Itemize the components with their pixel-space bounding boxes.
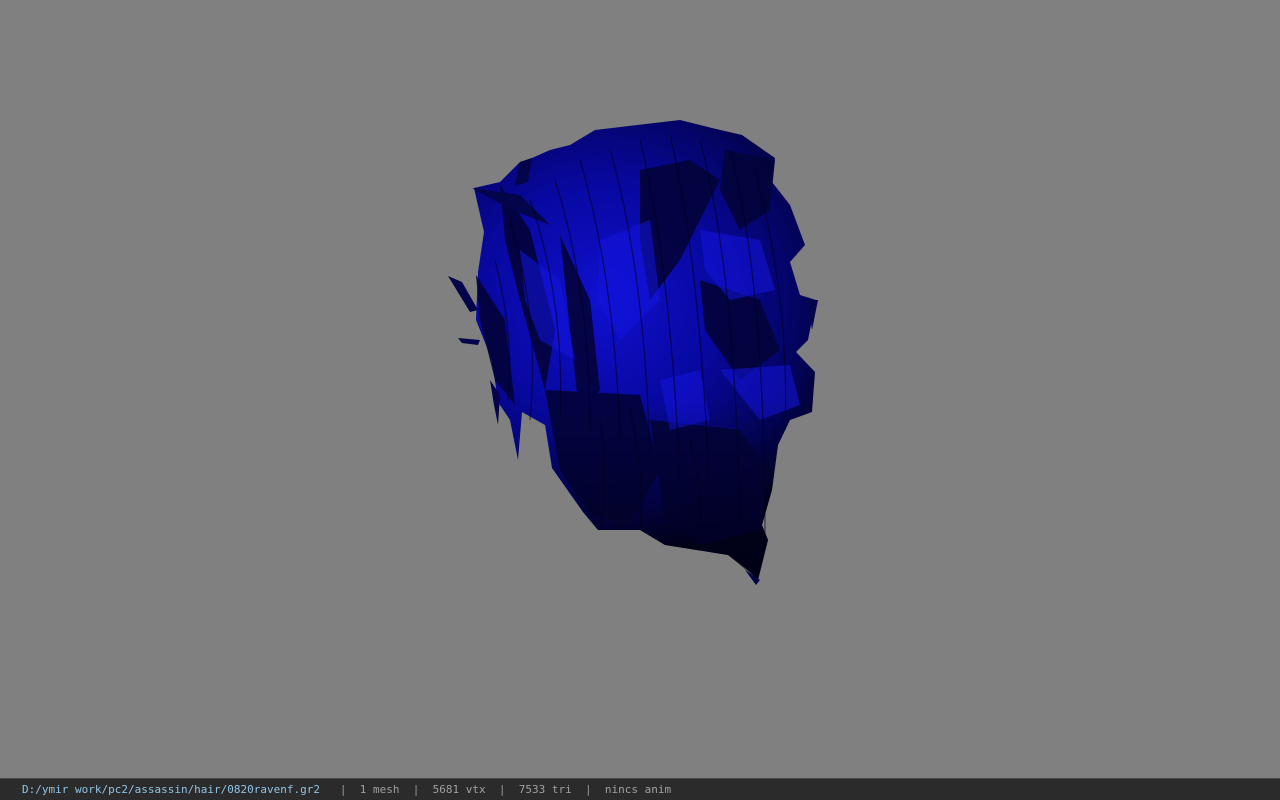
animation-status: nincs anim — [604, 783, 672, 796]
hair-bottom-shadow — [545, 400, 790, 580]
3d-viewport[interactable] — [0, 0, 1280, 778]
status-separator: | — [339, 783, 347, 796]
hair-model-render — [448, 120, 818, 585]
vertex-count: 5681 vtx — [432, 783, 486, 796]
status-separator: | — [412, 783, 420, 796]
status-bar: D:/ymir work/pc2/assassin/hair/0820raven… — [0, 778, 1280, 800]
status-separator: | — [584, 783, 592, 796]
status-separator: | — [498, 783, 506, 796]
triangle-count: 7533 tri — [518, 783, 572, 796]
model-file-path: D:/ymir work/pc2/assassin/hair/0820raven… — [22, 783, 321, 796]
mesh-count: 1 mesh — [359, 783, 400, 796]
